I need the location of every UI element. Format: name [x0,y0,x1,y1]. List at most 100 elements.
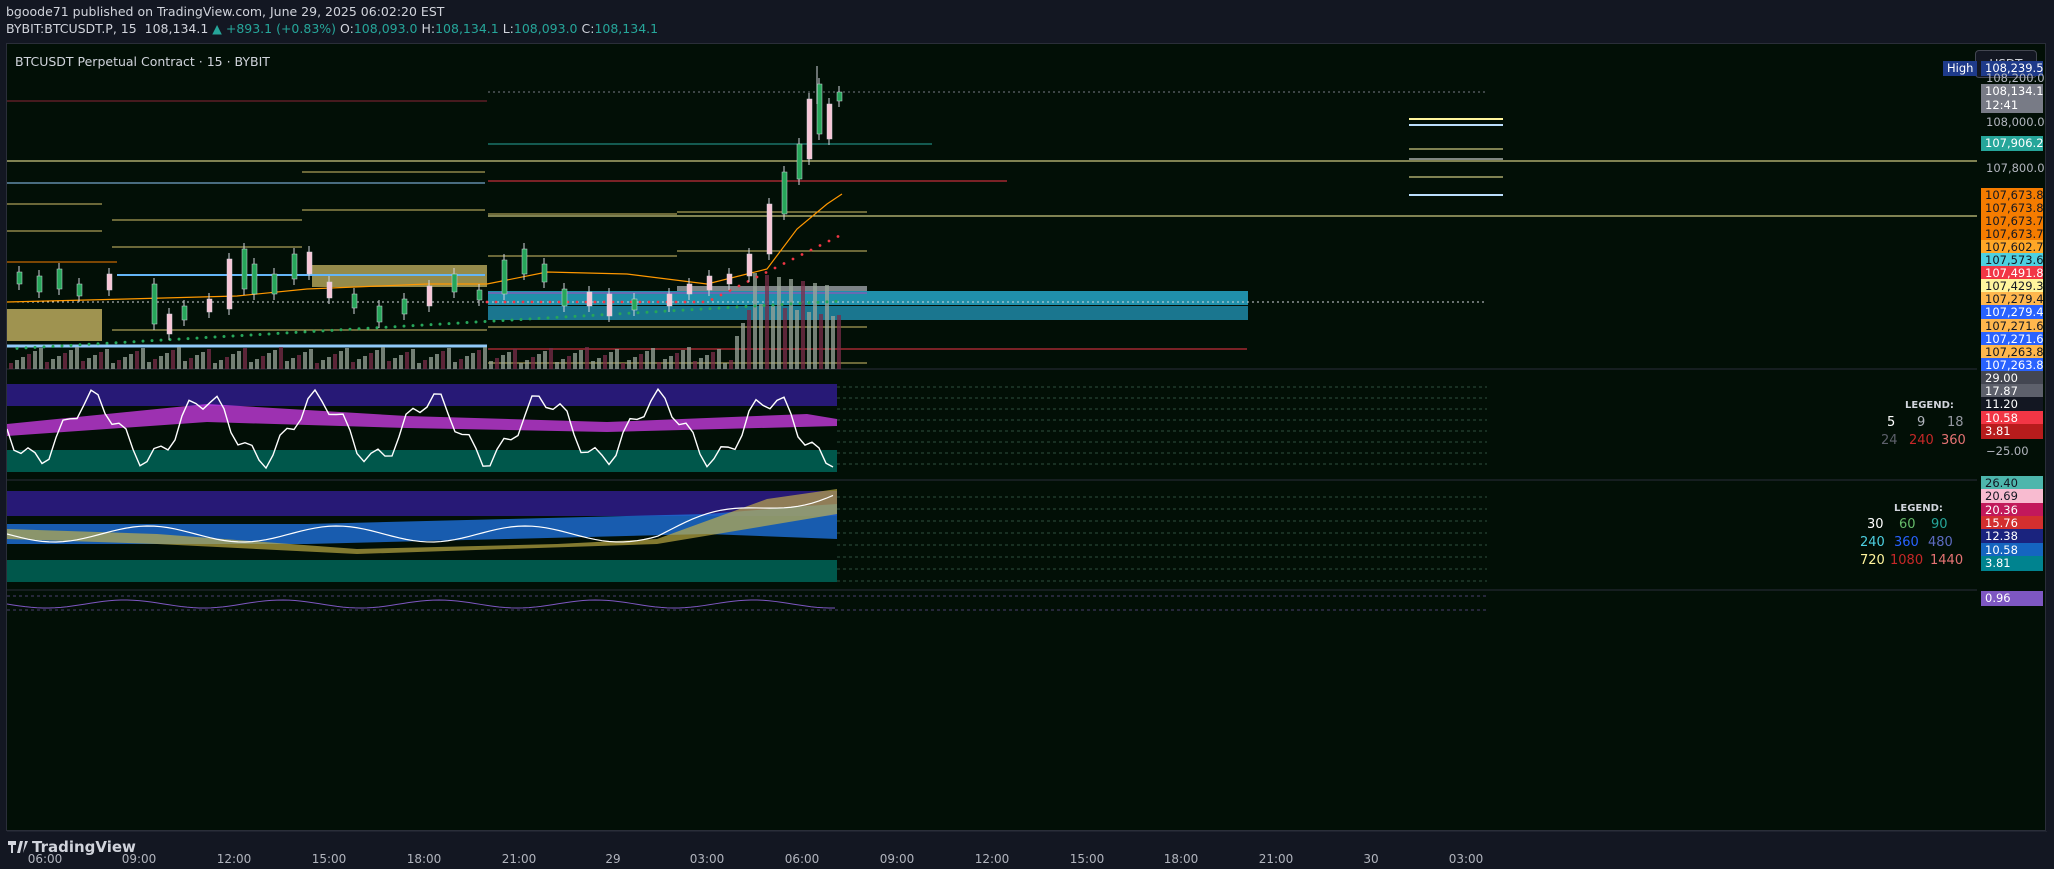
volume-bar [21,357,25,369]
volume-bar [351,362,355,369]
price-axis-label: 107,800.0 [1986,161,2045,175]
volume-bar [51,359,55,369]
ma-dot [123,340,127,344]
volume-bar [501,355,505,369]
volume-bar [531,357,535,369]
volume-bar [123,357,127,369]
ma-dot [33,345,37,349]
ma-dot [195,336,199,340]
candle [376,305,383,323]
price-change: ▲ +893.1 (+0.83%) [212,21,337,36]
ma-dot [834,299,838,303]
volume-bar [333,354,337,369]
candle [606,293,613,317]
volume-bar [585,347,589,369]
candle [561,288,568,307]
ma-dot [800,253,804,256]
ma-dot [737,284,741,288]
ma-dot [593,300,597,304]
ma-dot [474,320,478,324]
volume-bar [93,355,97,369]
chart-area[interactable]: BTCUSDT Perpetual Contract · 15 · BYBIT … [6,43,2047,866]
ma-dot [204,336,208,340]
volume-bar [39,348,43,369]
ma-dot [447,322,451,326]
volume-bar [819,314,823,369]
chart-canvas[interactable] [7,44,2047,832]
volume-bar [489,361,493,369]
volume-bar [171,350,175,369]
volume-bar [255,359,259,369]
volume-bar [465,356,469,369]
volume-bar [279,347,283,369]
time-axis-label: 21:00 [501,852,537,866]
ma-dot [546,316,550,320]
volume-bar [423,360,427,369]
ma-dot [485,300,489,304]
ma-dot [249,333,253,337]
ma-dot [303,330,307,334]
volume-bar [381,347,385,369]
volume-bar [387,361,391,369]
ma-dot [582,314,586,318]
ma-dot [51,344,55,348]
time-axis-label: 03:00 [689,852,725,866]
volume-bar [627,360,631,369]
candle [151,283,158,325]
ma-dot [672,309,676,313]
pane2-legend-30: 30 [1867,517,1884,532]
volume-bar [195,355,199,369]
ma-dot [96,342,100,346]
volume-bar [507,352,511,369]
candle [206,298,213,313]
pane1-legend-360: 360 [1941,433,1966,448]
volume-bar [327,357,331,369]
pane1-ribbon [7,404,837,436]
candle [426,285,433,307]
symbol-name[interactable]: BYBIT:BTCUSDT.P, 15 [6,21,137,36]
volume-bar [699,358,703,369]
candle [746,253,753,277]
ma-dot [674,300,678,304]
volume-bar [69,350,73,369]
volume-bar [135,351,139,369]
volume-bar [9,363,13,369]
volume-bar [717,349,721,369]
volume-bar [657,362,661,369]
volume-bar [669,356,673,369]
volume-bar [567,356,571,369]
ma-dot [798,301,802,305]
ma-dot [321,329,325,333]
ma-dot [105,341,109,345]
volume-bar [591,361,595,369]
ma-dot [699,307,703,311]
ma-dot [816,300,820,304]
candle [251,263,258,295]
ma-dot [663,309,667,313]
volume-bar [141,348,145,369]
volume-bar [105,349,109,369]
ma-dot [690,308,694,312]
ma-dot [312,329,316,333]
volume-bar [207,349,211,369]
volume-bar [693,361,697,369]
price-axis-label: 108,000.0 [1986,115,2045,129]
volume-bar [309,349,313,369]
volume-bar [555,362,559,369]
candle [271,273,278,295]
volume-bar [165,353,169,369]
ma-dot [573,314,577,318]
volume-bar [417,363,421,369]
volume-bar [561,359,565,369]
candle [36,275,43,293]
low-value: 108,093.0 [513,21,578,36]
open-label: O: [340,21,354,36]
candle [826,103,833,140]
ma-dot [339,328,343,332]
ma-dot [393,325,397,329]
tradingview-logo[interactable]: TradingView [8,838,136,856]
pane3-value-tag: 0.96 [1981,591,2043,606]
time-axis-label: 30 [1363,852,1379,866]
ma-dot [528,317,532,321]
ma-dot [764,271,768,274]
